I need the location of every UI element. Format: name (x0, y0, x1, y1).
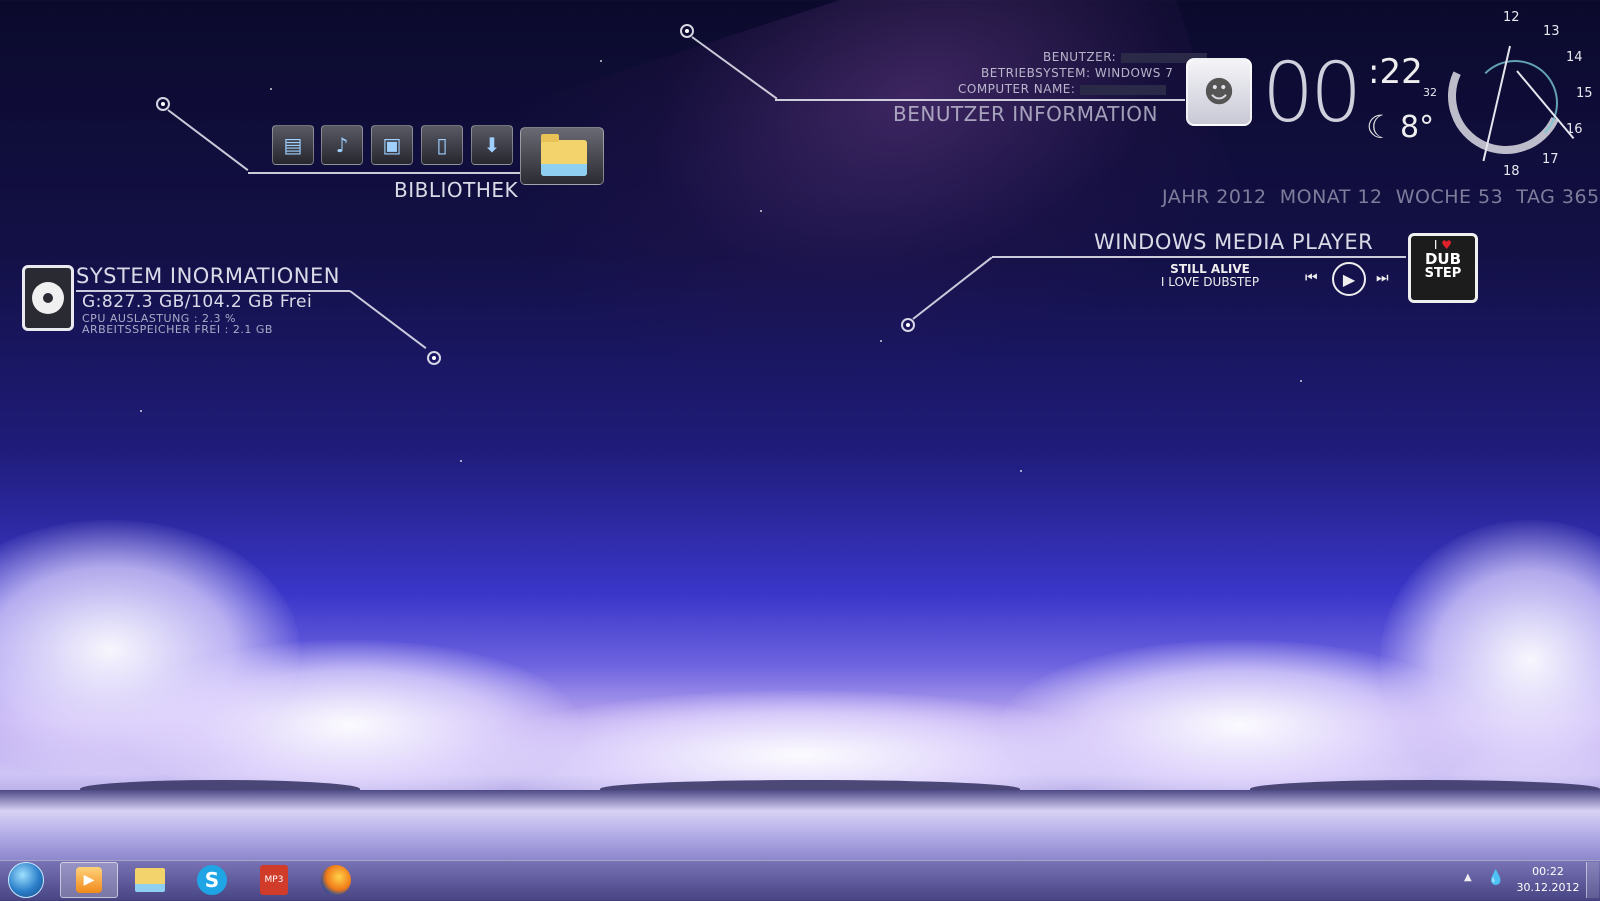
clock-number: 18 (1503, 164, 1520, 179)
file-explorer-icon[interactable] (122, 862, 178, 898)
clock-minutes: :22 (1368, 52, 1423, 92)
show-hidden-icons-button[interactable]: ▲ (1464, 872, 1472, 883)
library-label: BIBLIOTHEK (394, 178, 519, 202)
os-label: BETRIEBSYSTEM: (981, 66, 1091, 80)
system-title: SYSTEM INORMATIONEN (76, 264, 340, 288)
clock-number: 17 (1542, 152, 1559, 167)
documents-library-icon[interactable]: ▯ (421, 125, 463, 165)
os-value: WINDOWS 7 (1094, 66, 1174, 80)
album-art-text: DUB (1424, 250, 1462, 268)
system-disc-icon[interactable] (22, 265, 74, 331)
video-library-icon[interactable]: ▤ (272, 125, 314, 165)
network-icon[interactable]: 💧 (1487, 870, 1504, 886)
taskbar (0, 860, 1600, 901)
connector-line (349, 290, 427, 349)
clock-hours: 00 (1262, 46, 1362, 141)
clock-number: 16 (1566, 122, 1583, 137)
show-desktop-button[interactable] (1586, 862, 1599, 898)
user-label: BENUTZER: (1043, 50, 1117, 64)
track-artist: I LOVE DUBSTEP (1160, 275, 1260, 289)
computer-name-redacted (1079, 84, 1166, 95)
play-button[interactable]: ▶ (1332, 262, 1366, 296)
user-avatar[interactable]: ☻ (1186, 58, 1252, 126)
star (1020, 470, 1022, 472)
windows-media-player-icon[interactable]: ▶ (60, 862, 118, 898)
connector-dot (427, 351, 441, 365)
star (880, 340, 882, 342)
album-art-text: STEP (1424, 266, 1462, 281)
album-art[interactable]: I ♥ DUB STEP (1408, 233, 1478, 303)
downloads-icon[interactable]: ⬇ (471, 125, 513, 165)
temperature: 8° (1400, 110, 1435, 145)
connector-line (775, 99, 1185, 101)
next-track-icon[interactable]: ⏭ (1376, 270, 1389, 286)
pictures-library-icon[interactable]: ▣ (371, 125, 413, 165)
sea-reflection (0, 790, 1600, 860)
star (460, 460, 462, 462)
star (1300, 380, 1302, 382)
clock-number: 13 (1543, 24, 1560, 39)
tray-date[interactable]: 30.12.2012 (1516, 881, 1580, 894)
connector-line (992, 256, 1406, 258)
clock-number: 12 (1503, 10, 1520, 25)
previous-track-icon[interactable]: ⏮ (1305, 270, 1318, 286)
disk-usage: G:827.3 GB/104.2 GB Frei (82, 292, 313, 312)
mp3-player-icon[interactable]: MP3 (246, 862, 302, 898)
firefox-icon[interactable] (308, 862, 364, 898)
connector-dot (901, 318, 915, 332)
folder-icon[interactable] (520, 127, 604, 185)
tray-time[interactable]: 00:22 (1516, 865, 1580, 878)
star (760, 210, 762, 212)
computer-label: COMPUTER NAME: (958, 82, 1076, 96)
connector-line (248, 172, 520, 174)
date-line: JAHR 2012 MONAT 12 WOCHE 53 TAG 365 (1162, 186, 1600, 208)
clock-number: 15 (1576, 86, 1593, 101)
connector-line (167, 109, 249, 171)
user-info-title: BENUTZER INFORMATION (893, 102, 1158, 126)
track-title: STILL ALIVE (1170, 262, 1250, 276)
clock-number: 14 (1566, 50, 1583, 65)
ram-free: ARBEITSSPEICHER FREI : 2.1 GB (82, 323, 273, 336)
star (270, 88, 272, 90)
clock-number: 32 (1423, 86, 1437, 99)
media-player-title: WINDOWS MEDIA PLAYER (1094, 230, 1374, 254)
star (140, 410, 142, 412)
start-button[interactable] (0, 862, 52, 898)
music-library-icon[interactable]: ♪ (321, 125, 363, 165)
moon-cloud-icon: ☾ (1366, 108, 1395, 146)
star (600, 60, 602, 62)
skype-icon[interactable]: S (184, 862, 240, 898)
